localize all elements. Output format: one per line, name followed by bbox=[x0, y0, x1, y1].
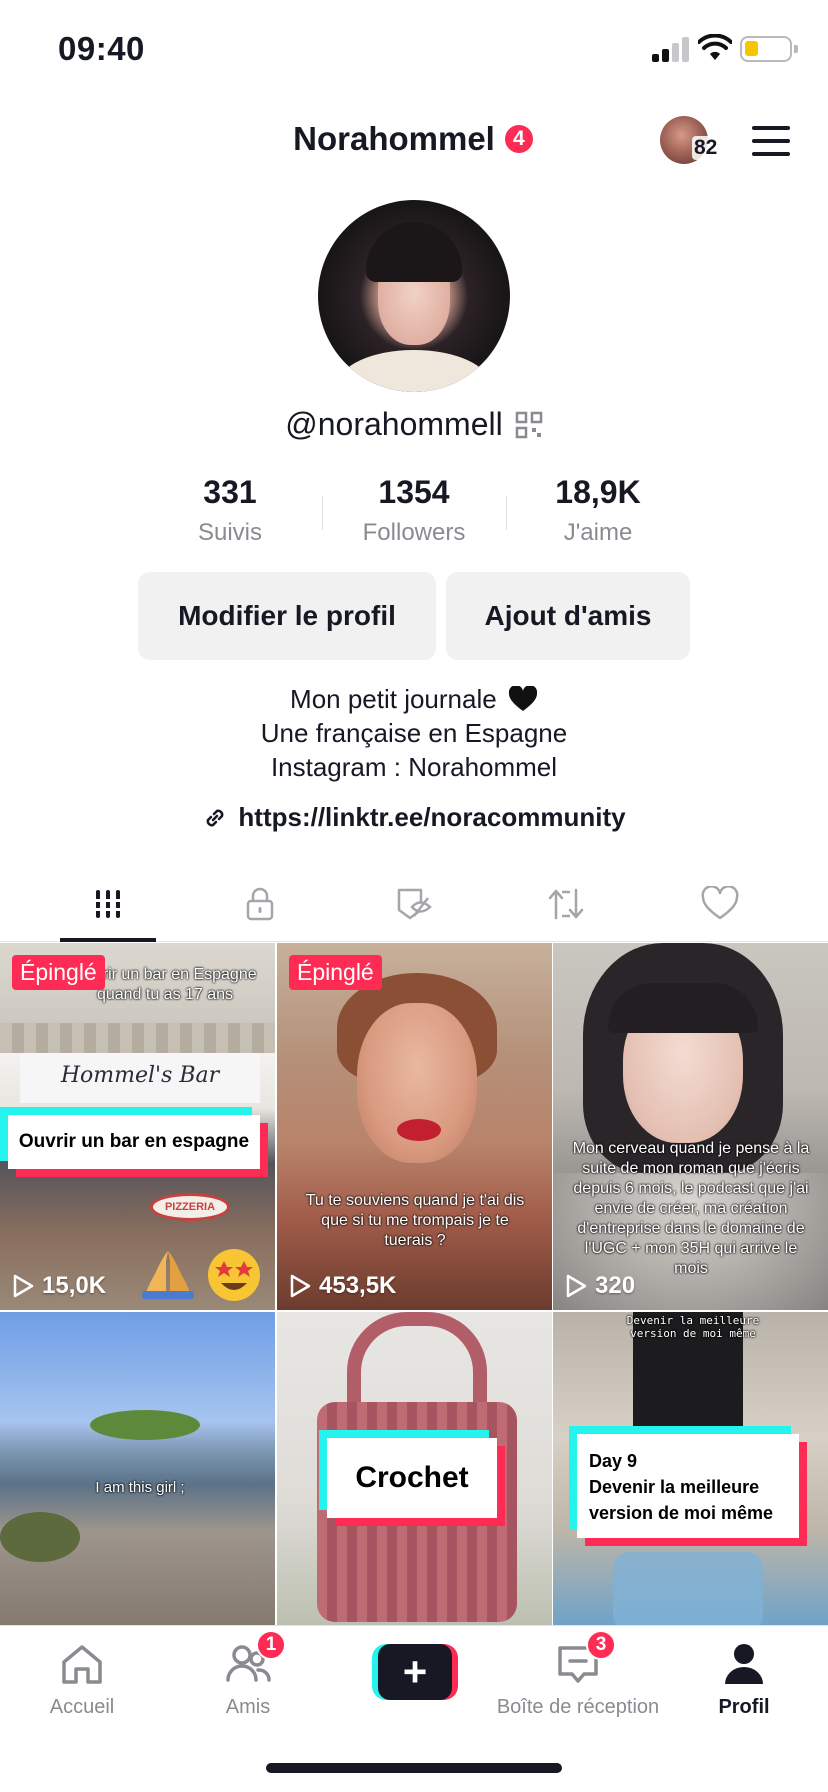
video-caption: Tu te souviens quand je t'ai dis que si … bbox=[305, 1192, 525, 1249]
active-tab-indicator bbox=[60, 938, 156, 942]
video-thumbnail[interactable]: Mon cerveau quand je pense à la suite de… bbox=[553, 943, 828, 1310]
pinned-badge: Épinglé bbox=[289, 955, 382, 990]
video-thumbnail[interactable]: I am this girl ; bbox=[0, 1312, 275, 1625]
video-caption: Devenir la meilleure version de moi même bbox=[626, 1314, 760, 1340]
account-switcher[interactable]: Norahommel 4 bbox=[293, 120, 535, 158]
wifi-icon bbox=[698, 34, 732, 60]
profile-avatar[interactable] bbox=[318, 200, 510, 392]
private-lock-icon bbox=[246, 887, 274, 921]
video-thumbnail[interactable]: Hommel's Bar Ouvrir un bar en Espagne qu… bbox=[0, 943, 275, 1310]
profile-link[interactable]: https://linktr.ee/noracommunity bbox=[202, 802, 626, 833]
tab-favorites[interactable] bbox=[364, 866, 464, 942]
profile-tabs bbox=[0, 866, 828, 942]
tab-private[interactable] bbox=[210, 866, 310, 942]
profile-header: Norahommel 4 82 bbox=[0, 100, 828, 180]
inbox-badge: 3 bbox=[586, 1630, 616, 1660]
black-heart-icon bbox=[508, 686, 538, 711]
view-count: 453,5K bbox=[289, 1272, 396, 1300]
stat-following[interactable]: 331 Suivis bbox=[138, 474, 322, 547]
home-indicator bbox=[266, 1763, 562, 1773]
page-title: Norahommel bbox=[293, 120, 495, 157]
friends-badge: 1 bbox=[256, 1630, 286, 1660]
praying-hands-icon bbox=[142, 1251, 194, 1299]
video-thumbnail[interactable]: Crochet bbox=[277, 1312, 552, 1625]
repost-icon bbox=[548, 888, 584, 920]
video-thumbnail[interactable]: Devenir la meilleure version de moi même… bbox=[553, 1312, 828, 1625]
profile-bio: Mon petit journale Une française en Espa… bbox=[0, 682, 828, 784]
status-time: 09:40 bbox=[58, 30, 145, 67]
video-caption: Mon cerveau quand je pense à la suite de… bbox=[572, 1140, 810, 1277]
create-button[interactable]: + bbox=[372, 1644, 458, 1700]
stat-followers[interactable]: 1354 Followers bbox=[322, 474, 506, 547]
tab-liked[interactable] bbox=[670, 866, 770, 942]
profile-stats: 331 Suivis 1354 Followers 18,9K J'aime bbox=[138, 474, 690, 554]
home-icon bbox=[62, 1645, 102, 1684]
video-title-card: Crochet bbox=[327, 1438, 497, 1518]
play-icon bbox=[13, 1274, 34, 1298]
bio-line: Instagram : Norahommel bbox=[270, 752, 558, 782]
bio-line: Mon petit journale bbox=[290, 684, 497, 714]
nav-inbox[interactable]: 3 Boîte de réception bbox=[478, 1630, 678, 1719]
video-thumbnail[interactable]: Tu te souviens quand je t'ai dis que si … bbox=[277, 943, 552, 1310]
tab-videos[interactable] bbox=[58, 866, 158, 942]
tab-reposts[interactable] bbox=[516, 866, 616, 942]
pinned-badge: Épinglé bbox=[12, 955, 105, 990]
liked-heart-icon bbox=[701, 886, 739, 920]
nav-friends[interactable]: 1 Amis bbox=[168, 1630, 328, 1719]
qr-code-icon[interactable] bbox=[515, 411, 543, 439]
add-friends-button[interactable]: Ajout d'amis bbox=[446, 572, 690, 660]
play-icon bbox=[566, 1274, 587, 1298]
video-grid: Hommel's Bar Ouvrir un bar en Espagne qu… bbox=[0, 943, 828, 1625]
star-struck-emoji-icon bbox=[208, 1249, 260, 1301]
link-text: https://linktr.ee/noracommunity bbox=[238, 802, 626, 832]
link-icon bbox=[206, 809, 224, 826]
stat-likes[interactable]: 18,9K J'aime bbox=[506, 474, 690, 547]
battery-icon bbox=[740, 36, 798, 62]
videos-grid-icon bbox=[94, 890, 122, 918]
video-caption: I am this girl ; bbox=[95, 1479, 185, 1496]
nav-home[interactable]: Accueil bbox=[2, 1640, 162, 1719]
bio-line: Une française en Espagne bbox=[260, 718, 568, 748]
favorites-hidden-icon bbox=[397, 888, 432, 920]
nav-profile[interactable]: Profil bbox=[664, 1640, 824, 1719]
status-bar: 09:40 bbox=[0, 0, 828, 100]
view-count: 320 bbox=[565, 1272, 635, 1300]
video-title-card: Ouvrir un bar en espagne bbox=[8, 1115, 260, 1169]
notification-badge: 4 bbox=[502, 123, 535, 155]
story-count: 82 bbox=[692, 136, 720, 160]
profile-person-icon bbox=[725, 1644, 763, 1684]
edit-profile-button[interactable]: Modifier le profil bbox=[138, 572, 436, 660]
play-icon bbox=[290, 1274, 311, 1298]
username: @norahommell bbox=[285, 406, 503, 442]
video-title-card: Day 9 Devenir la meilleure version de mo… bbox=[577, 1434, 799, 1538]
plus-icon: + bbox=[378, 1644, 452, 1700]
view-count: 15,0K bbox=[12, 1272, 106, 1300]
hamburger-menu-icon[interactable] bbox=[752, 126, 792, 156]
cellular-signal-icon bbox=[652, 36, 690, 62]
